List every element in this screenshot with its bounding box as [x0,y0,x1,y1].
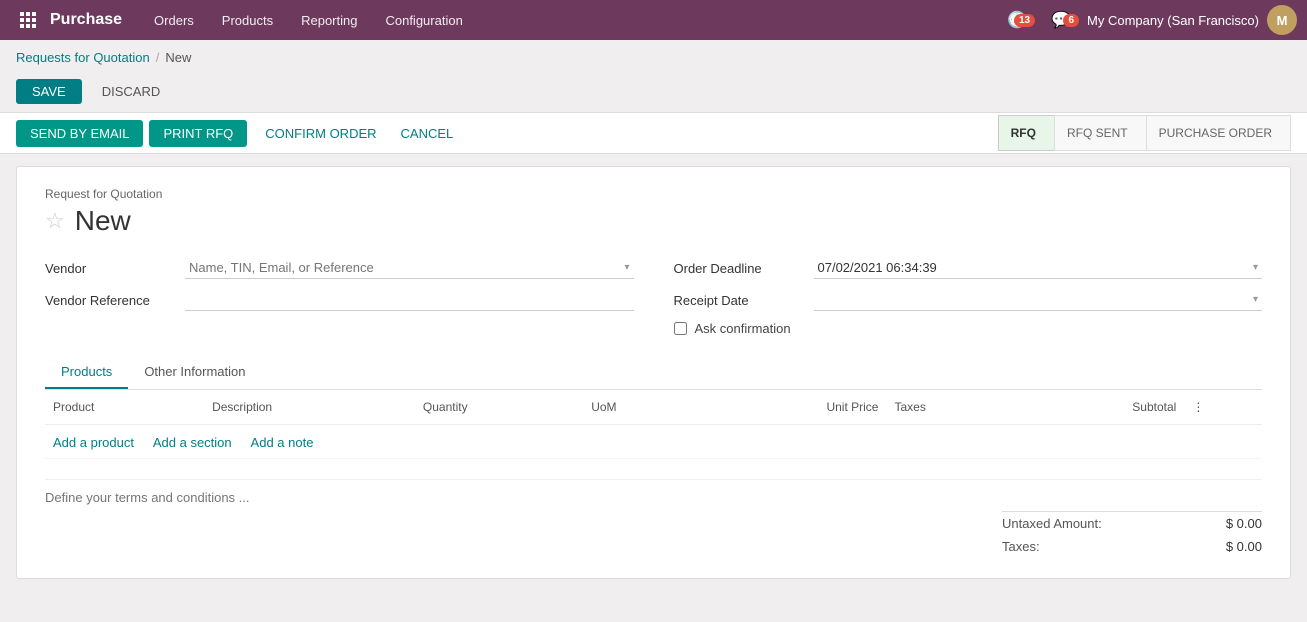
chat-count: 6 [1063,14,1079,27]
step-rfq[interactable]: RFQ [998,115,1055,151]
table-add-actions: Add a product Add a section Add a note [45,425,1262,459]
add-section-link[interactable]: Add a section [153,435,232,450]
receipt-date-dropdown-arrow[interactable]: ▾ [1253,294,1258,305]
order-deadline-wrapper[interactable]: ▾ [814,257,1263,279]
grid-menu-icon[interactable] [10,0,46,40]
vendor-label: Vendor [45,261,175,276]
vendor-field-row: Vendor ▾ [45,257,634,279]
terms-area [45,479,1262,505]
col-description: Description [204,390,415,425]
top-nav: Purchase Orders Products Reporting Confi… [0,0,1307,40]
taxes-value: $ 0.00 [1226,539,1262,554]
ask-confirmation-label[interactable]: Ask confirmation [695,321,791,336]
add-product-link[interactable]: Add a product [53,435,134,450]
breadcrumb-parent[interactable]: Requests for Quotation [16,50,150,65]
form-title: New [75,205,131,237]
taxes-label: Taxes: [1002,539,1040,554]
calendar-badge[interactable]: 🕐 13 [999,10,1035,30]
breadcrumb: Requests for Quotation / New [0,40,1307,75]
nav-right: 🕐 13 💬 6 My Company (San Francisco) M [999,5,1297,35]
order-deadline-dropdown-arrow[interactable]: ▾ [1253,262,1258,273]
summary-section: Untaxed Amount: $ 0.00 Taxes: $ 0.00 [45,511,1262,558]
chat-badge[interactable]: 💬 6 [1043,10,1079,30]
col-unit-price: Unit Price [698,390,887,425]
discard-button[interactable]: DISCARD [90,79,173,104]
untaxed-amount-value: $ 0.00 [1226,516,1262,531]
add-note-link[interactable]: Add a note [251,435,314,450]
col-uom: UoM [583,390,698,425]
breadcrumb-current: New [165,50,191,65]
action-bar: SAVE DISCARD [0,75,1307,112]
vendor-dropdown-arrow[interactable]: ▾ [624,262,629,273]
ask-confirmation-row: Ask confirmation [674,321,1263,336]
table-add-row: Add a product Add a section Add a note [45,425,1262,459]
form-subtitle: Request for Quotation [45,187,1262,201]
form-card: Request for Quotation ☆ New Vendor ▾ Ven… [16,166,1291,579]
send-by-email-button[interactable]: SEND BY EMAIL [16,120,143,147]
col-quantity: Quantity [415,390,583,425]
nav-configuration[interactable]: Configuration [371,0,476,40]
print-rfq-button[interactable]: PRINT RFQ [149,120,247,147]
nav-reporting[interactable]: Reporting [287,0,371,40]
app-name: Purchase [50,11,122,29]
receipt-date-input[interactable] [818,292,1253,307]
tabs: Products Other Information [45,356,1262,390]
calendar-count: 13 [1014,14,1035,27]
nav-orders[interactable]: Orders [140,0,208,40]
nav-products[interactable]: Products [208,0,287,40]
confirm-order-button[interactable]: CONFIRM ORDER [253,120,388,147]
receipt-date-wrapper[interactable]: ▾ [814,289,1263,311]
user-avatar[interactable]: M [1267,5,1297,35]
form-fields: Vendor ▾ Vendor Reference Order Deadline [45,257,1262,336]
receipt-date-field-row: Receipt Date ▾ [674,289,1263,311]
tab-other-information[interactable]: Other Information [128,356,261,389]
taxes-row: Taxes: $ 0.00 [1002,535,1262,558]
untaxed-amount-label: Untaxed Amount: [1002,516,1102,531]
ask-confirmation-checkbox[interactable] [674,322,687,335]
col-menu-icon[interactable]: ⋮ [1184,390,1262,425]
product-table: Product Description Quantity UoM Unit Pr… [45,390,1262,459]
workflow-steps: RFQ RFQ SENT PURCHASE ORDER [998,115,1291,151]
untaxed-amount-row: Untaxed Amount: $ 0.00 [1002,512,1262,535]
form-left-col: Vendor ▾ Vendor Reference [45,257,634,336]
vendor-ref-field-row: Vendor Reference [45,289,634,311]
step-purchase-order[interactable]: PURCHASE ORDER [1146,115,1291,151]
step-rfq-sent[interactable]: RFQ SENT [1054,115,1147,151]
vendor-input[interactable] [189,260,624,275]
company-name[interactable]: My Company (San Francisco) [1087,13,1259,28]
workflow-bar: SEND BY EMAIL PRINT RFQ CONFIRM ORDER CA… [0,112,1307,154]
tab-products[interactable]: Products [45,356,128,389]
nav-links: Orders Products Reporting Configuration [140,0,999,40]
vendor-ref-label: Vendor Reference [45,293,175,308]
vendor-ref-input[interactable] [185,289,634,311]
main-content: Request for Quotation ☆ New Vendor ▾ Ven… [0,154,1307,591]
receipt-date-label: Receipt Date [674,293,804,308]
favorite-star-icon[interactable]: ☆ [45,208,65,234]
col-product: Product [45,390,204,425]
vendor-input-wrapper[interactable]: ▾ [185,257,634,279]
terms-input[interactable] [45,490,654,505]
order-deadline-field-row: Order Deadline ▾ [674,257,1263,279]
col-taxes: Taxes [886,390,1017,425]
form-heading: ☆ New [45,205,1262,237]
table-header: Product Description Quantity UoM Unit Pr… [45,390,1262,425]
summary-table: Untaxed Amount: $ 0.00 Taxes: $ 0.00 [1002,511,1262,558]
table-body: Add a product Add a section Add a note [45,425,1262,459]
col-subtotal: Subtotal [1018,390,1185,425]
save-button[interactable]: SAVE [16,79,82,104]
breadcrumb-separator: / [156,50,160,65]
order-deadline-label: Order Deadline [674,261,804,276]
order-deadline-input[interactable] [818,260,1253,275]
form-right-col: Order Deadline ▾ Receipt Date ▾ Ask con [674,257,1263,336]
cancel-button[interactable]: CANCEL [389,120,466,147]
